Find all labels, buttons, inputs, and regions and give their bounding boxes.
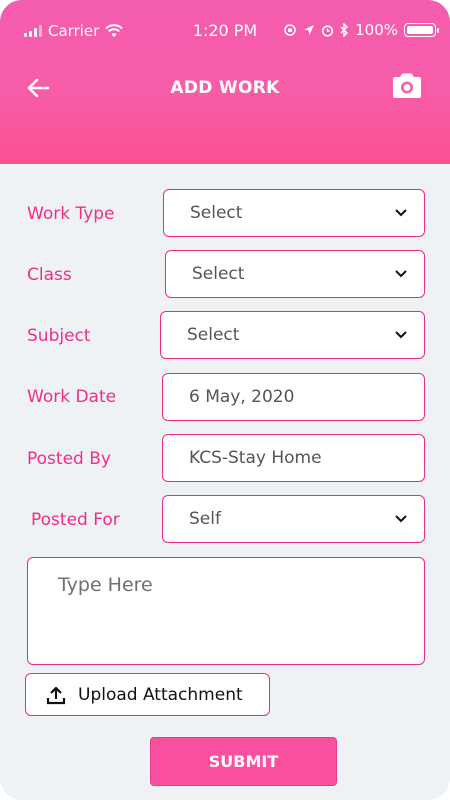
- page-title: ADD WORK: [170, 78, 280, 98]
- upload-attachment-button[interactable]: Upload Attachment: [25, 673, 270, 716]
- class-value: Select: [192, 264, 245, 284]
- orientation-lock-icon: [284, 24, 296, 36]
- posted-for-select[interactable]: Self: [162, 495, 425, 543]
- submit-button[interactable]: SUBMIT: [150, 737, 337, 786]
- chevron-down-icon: [395, 209, 407, 217]
- description-placeholder: Type Here: [58, 574, 153, 596]
- app-screen: Carrier 1:20 PM 100% ADD WORK Work Type …: [0, 0, 450, 800]
- chevron-down-icon: [395, 270, 407, 278]
- battery-icon: [404, 23, 439, 37]
- camera-icon[interactable]: [390, 70, 424, 102]
- location-icon: [304, 25, 315, 35]
- status-bar: Carrier 1:20 PM 100%: [0, 18, 450, 42]
- posted-for-value: Self: [189, 509, 221, 529]
- chevron-down-icon: [395, 331, 407, 339]
- posted-by-field[interactable]: KCS-Stay Home: [162, 434, 425, 482]
- bluetooth-icon: [340, 23, 349, 37]
- subject-label: Subject: [27, 326, 91, 346]
- description-textarea[interactable]: Type Here: [27, 557, 425, 665]
- battery-percent: 100%: [355, 21, 398, 39]
- posted-by-value: KCS-Stay Home: [189, 448, 322, 468]
- upload-attachment-label: Upload Attachment: [78, 684, 243, 705]
- alarm-icon: [322, 24, 334, 37]
- header-bar: Carrier 1:20 PM 100% ADD WORK: [0, 0, 450, 164]
- work-date-label: Work Date: [27, 387, 117, 407]
- status-right: 100%: [283, 21, 439, 39]
- subject-value: Select: [187, 325, 240, 345]
- work-type-label: Work Type: [27, 204, 115, 224]
- work-type-value: Select: [190, 203, 243, 223]
- work-type-select[interactable]: Select: [163, 189, 425, 237]
- subject-select[interactable]: Select: [160, 311, 425, 359]
- class-label: Class: [27, 265, 72, 285]
- upload-icon: [46, 686, 66, 704]
- posted-for-label: Posted For: [31, 510, 120, 530]
- work-date-value: 6 May, 2020: [189, 387, 295, 407]
- chevron-down-icon: [395, 515, 407, 523]
- class-select[interactable]: Select: [165, 250, 425, 298]
- posted-by-label: Posted By: [27, 449, 111, 469]
- work-date-field[interactable]: 6 May, 2020: [162, 373, 425, 421]
